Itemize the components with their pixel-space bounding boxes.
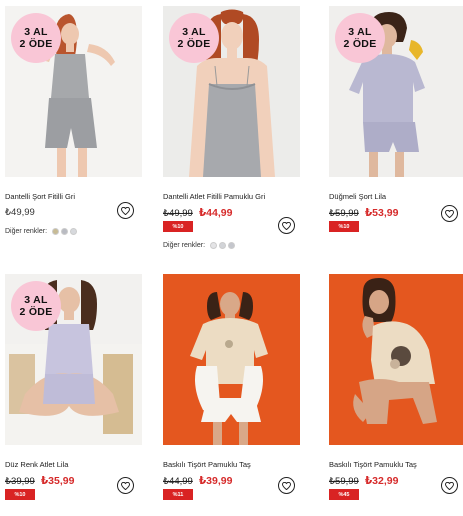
product-title[interactable]: Baskılı Tişört Pamuklu Taş — [329, 460, 417, 469]
color-swatch[interactable] — [52, 228, 60, 235]
color-swatch[interactable] — [61, 228, 69, 235]
promo-badge: 3 AL 2 ÖDE — [11, 13, 61, 63]
heart-icon — [445, 209, 454, 218]
favorite-button[interactable] — [278, 477, 295, 494]
product-sale-price: ₺44,99 — [198, 207, 233, 219]
product-card[interactable]: Baskılı Tişört Pamuklu Taş ₺59,99 ₺32,99… — [329, 274, 463, 506]
favorite-button[interactable] — [278, 217, 295, 234]
product-sale-price: ₺35,99 — [40, 475, 75, 487]
product-card[interactable]: Baskılı Tişört Pamuklu Taş ₺44,99 ₺39,99… — [163, 274, 300, 506]
product-title[interactable]: Düz Renk Atlet Lila — [5, 460, 68, 469]
product-image[interactable] — [329, 274, 463, 445]
product-sale-price: ₺32,99 — [364, 475, 399, 487]
color-swatch[interactable] — [219, 242, 227, 249]
product-image[interactable]: 3 AL 2 ÖDE — [329, 6, 463, 177]
product-title[interactable]: Dantelli Şort Fitilli Gri — [5, 192, 75, 201]
promo-badge: 3 AL 2 ÖDE — [335, 13, 385, 63]
product-title[interactable]: Baskılı Tişört Pamuklu Taş — [163, 460, 251, 469]
product-card[interactable]: 3 AL 2 ÖDE Düz Renk Atlet Lila ₺39,99 ₺3… — [5, 274, 142, 506]
product-sale-price: ₺53,99 — [364, 207, 399, 219]
product-old-price: ₺44,99 — [163, 475, 193, 487]
other-colors: Diğer renkler: — [163, 242, 236, 249]
other-colors-label: Diğer renkler: — [5, 228, 48, 235]
discount-badge: %10 — [329, 221, 359, 232]
promo-badge-line1: 3 AL — [348, 26, 372, 38]
product-image[interactable]: 3 AL 2 ÖDE — [5, 274, 142, 445]
product-old-price: ₺59,99 — [329, 475, 359, 487]
favorite-button[interactable] — [441, 477, 458, 494]
heart-icon — [445, 481, 454, 490]
heart-icon — [121, 206, 130, 215]
product-price: ₺49,99 — [5, 207, 35, 218]
heart-icon — [282, 221, 291, 230]
promo-badge: 3 AL 2 ÖDE — [11, 281, 61, 331]
color-swatch[interactable] — [70, 228, 78, 235]
favorite-button[interactable] — [117, 202, 134, 219]
product-old-price: ₺49,99 — [163, 207, 193, 219]
heart-icon — [282, 481, 291, 490]
product-old-price: ₺39,99 — [5, 475, 35, 487]
promo-badge-line2: 2 ÖDE — [177, 38, 211, 50]
heart-icon — [121, 481, 130, 490]
product-card[interactable]: 3 AL 2 ÖDE Düğmeli Şort Lila ₺59,99 ₺53,… — [329, 6, 463, 236]
discount-badge: %10 — [5, 489, 35, 500]
product-title[interactable]: Düğmeli Şort Lila — [329, 192, 386, 201]
promo-badge-line2: 2 ÖDE — [343, 38, 377, 50]
promo-badge-line1: 3 AL — [24, 26, 48, 38]
discount-badge: %45 — [329, 489, 359, 500]
product-card[interactable]: 3 AL 2 ÖDE Dantelli Atlet Fitilli Pamukl… — [163, 6, 300, 256]
other-colors-label: Diğer renkler: — [163, 242, 206, 249]
other-colors: Diğer renkler: — [5, 228, 78, 235]
promo-badge-line1: 3 AL — [182, 26, 206, 38]
promo-badge-line2: 2 ÖDE — [19, 38, 53, 50]
product-card[interactable]: 3 AL 2 ÖDE Dantelli Şort Fitilli Gri ₺49… — [5, 6, 142, 241]
product-title[interactable]: Dantelli Atlet Fitilli Pamuklu Gri — [163, 192, 265, 201]
favorite-button[interactable] — [117, 477, 134, 494]
promo-badge-line1: 3 AL — [24, 294, 48, 306]
promo-badge: 3 AL 2 ÖDE — [169, 13, 219, 63]
favorite-button[interactable] — [441, 205, 458, 222]
product-image[interactable]: 3 AL 2 ÖDE — [163, 6, 300, 177]
color-swatch[interactable] — [210, 242, 218, 249]
product-old-price: ₺59,99 — [329, 207, 359, 219]
product-sale-price: ₺39,99 — [198, 475, 233, 487]
promo-badge-line2: 2 ÖDE — [19, 306, 53, 318]
product-image[interactable] — [163, 274, 300, 445]
discount-badge: %10 — [163, 221, 193, 232]
product-image[interactable]: 3 AL 2 ÖDE — [5, 6, 142, 177]
discount-badge: %11 — [163, 489, 193, 500]
color-swatch[interactable] — [228, 242, 236, 249]
